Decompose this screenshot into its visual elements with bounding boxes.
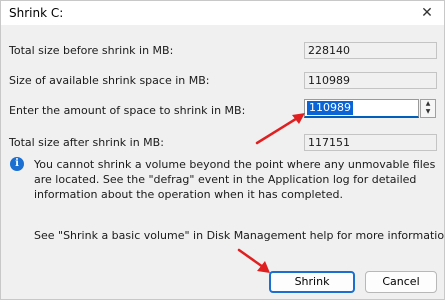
info-icon: i <box>10 157 24 171</box>
total-size-before-label: Total size before shrink in MB: <box>9 44 174 57</box>
cancel-button[interactable]: Cancel <box>365 271 437 293</box>
shrink-amount-input[interactable]: 110989 <box>304 99 419 118</box>
shrink-amount-selected-text: 110989 <box>307 101 353 115</box>
shrink-dialog: Shrink C: ✕ Total size before shrink in … <box>0 0 445 300</box>
available-shrink-space-label: Size of available shrink space in MB: <box>9 74 210 87</box>
spin-down-icon[interactable]: ▼ <box>421 108 435 116</box>
total-size-before-value: 228140 <box>304 42 437 59</box>
shrink-button[interactable]: Shrink <box>269 271 355 293</box>
available-shrink-space-value: 110989 <box>304 72 437 89</box>
close-button[interactable]: ✕ <box>414 3 440 23</box>
total-size-after-value: 117151 <box>304 134 437 151</box>
spin-up-icon[interactable]: ▲ <box>421 100 435 108</box>
annotation-arrow-input <box>255 113 305 145</box>
help-text: See "Shrink a basic volume" in Disk Mana… <box>34 229 445 242</box>
title-bar: Shrink C: ✕ <box>1 1 444 25</box>
info-message: You cannot shrink a volume beyond the po… <box>34 158 436 201</box>
total-size-after-label: Total size after shrink in MB: <box>9 136 164 149</box>
shrink-amount-spinner[interactable]: ▲ ▼ <box>420 99 436 118</box>
dialog-title: Shrink C: <box>9 6 64 20</box>
shrink-amount-label: Enter the amount of space to shrink in M… <box>9 104 246 117</box>
